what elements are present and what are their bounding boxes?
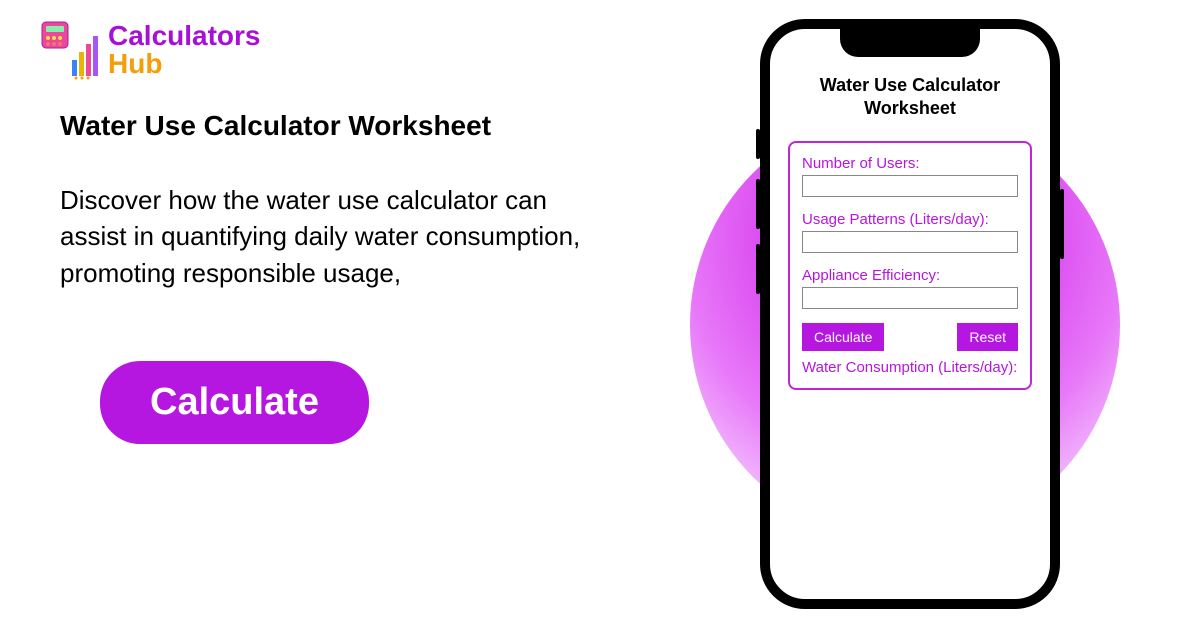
logo: Calculators Hub	[40, 20, 620, 80]
phone-app-title: Water Use Calculator Worksheet	[788, 74, 1032, 121]
patterns-input[interactable]	[802, 231, 1018, 253]
page-description: Discover how the water use calculator ca…	[60, 182, 620, 291]
phone-mockup: Water Use Calculator Worksheet Number of…	[760, 19, 1060, 609]
form-reset-button[interactable]: Reset	[957, 323, 1018, 351]
phone-side-button	[756, 179, 760, 229]
calculator-form: Number of Users: Usage Patterns (Liters/…	[788, 141, 1032, 390]
phone-notch	[840, 27, 980, 57]
patterns-label: Usage Patterns (Liters/day):	[802, 211, 1018, 228]
efficiency-input[interactable]	[802, 287, 1018, 309]
calculate-cta-button[interactable]: Calculate	[100, 361, 369, 444]
phone-side-button	[756, 129, 760, 159]
phone-side-button	[756, 244, 760, 294]
page-title: Water Use Calculator Worksheet	[60, 110, 620, 142]
logo-icon	[40, 20, 100, 80]
form-calculate-button[interactable]: Calculate	[802, 323, 884, 351]
logo-line2: Hub	[108, 50, 261, 78]
logo-line1: Calculators	[108, 22, 261, 50]
phone-side-button	[1060, 189, 1064, 259]
efficiency-label: Appliance Efficiency:	[802, 267, 1018, 284]
logo-text: Calculators Hub	[108, 22, 261, 78]
result-label: Water Consumption (Liters/day):	[802, 359, 1018, 376]
users-label: Number of Users:	[802, 155, 1018, 172]
users-input[interactable]	[802, 175, 1018, 197]
